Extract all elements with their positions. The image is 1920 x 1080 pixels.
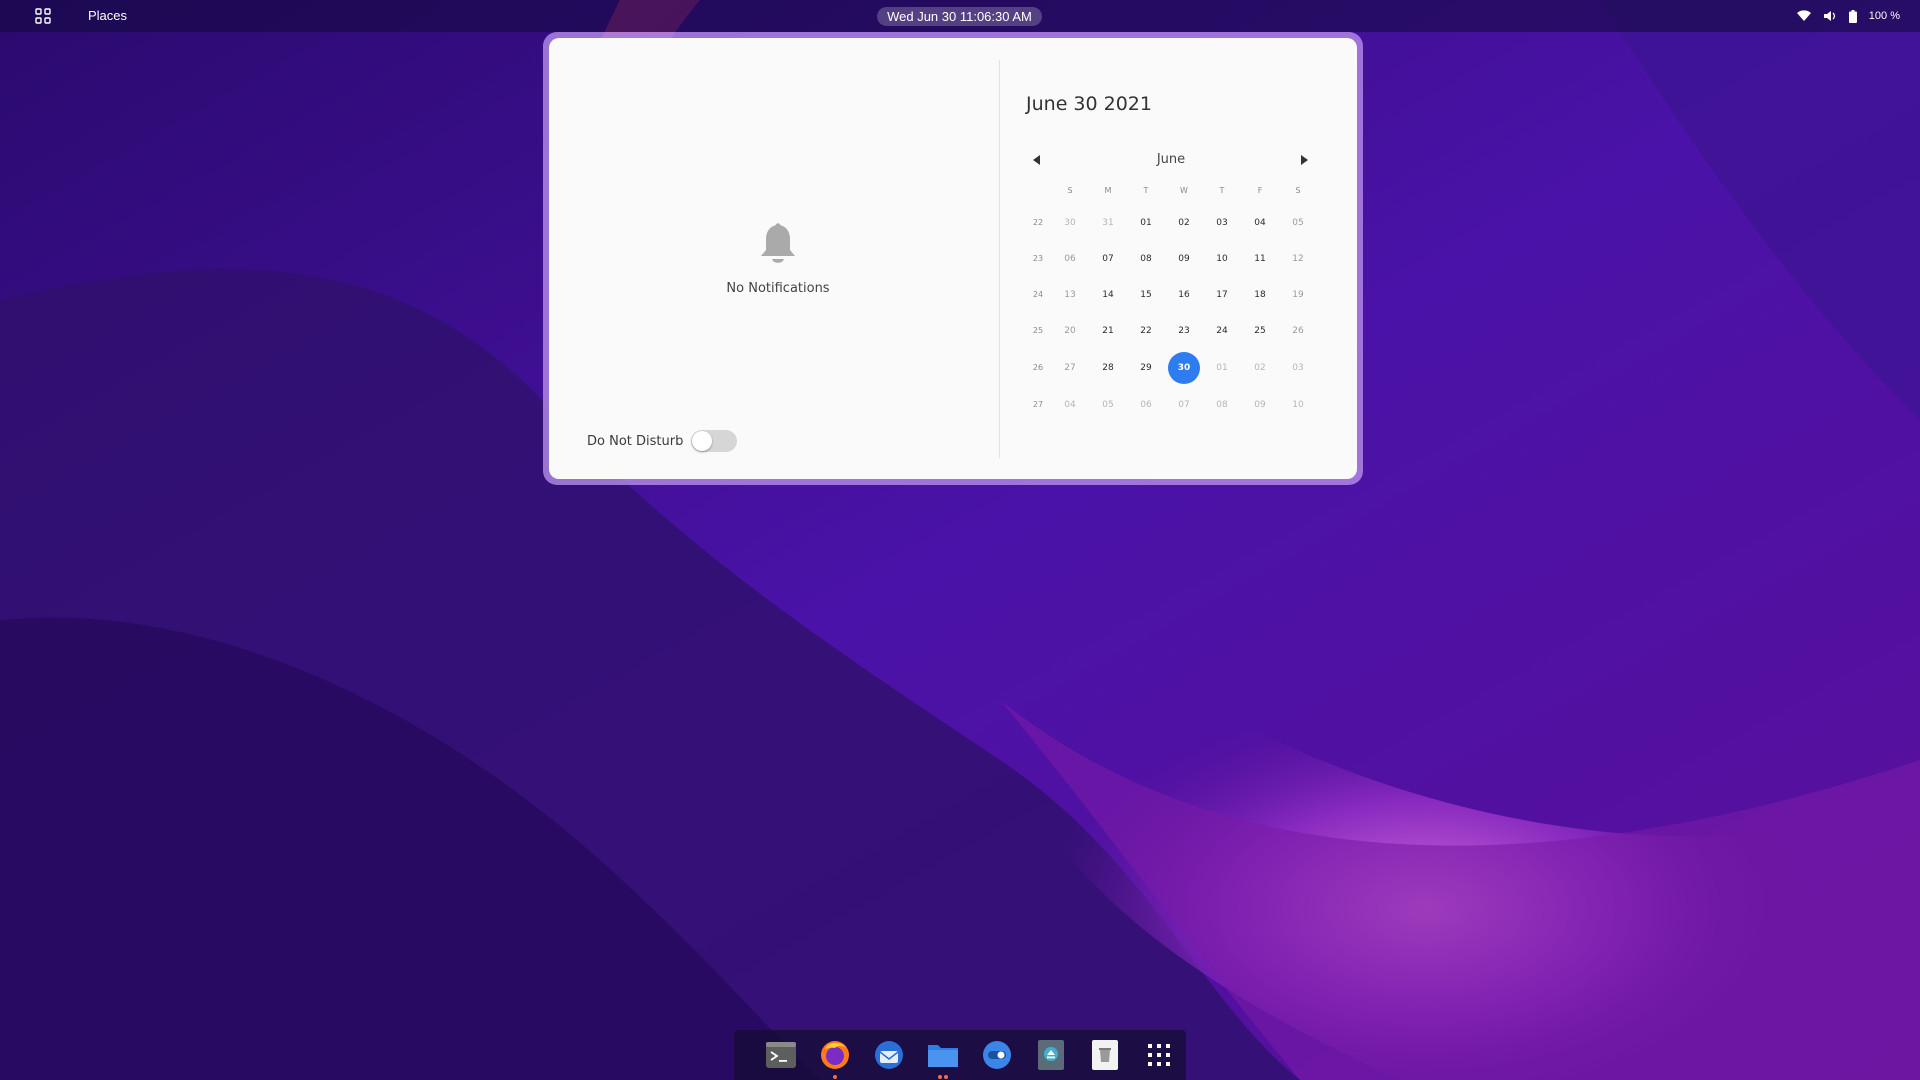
- calendar-day[interactable]: 30: [1054, 207, 1086, 239]
- thunderbird-icon: [875, 1041, 903, 1069]
- dock-item-thunderbird[interactable]: [872, 1038, 906, 1072]
- do-not-disturb-toggle[interactable]: [691, 430, 737, 452]
- dock-item-show-apps[interactable]: [1142, 1038, 1176, 1072]
- no-notifications-text: No Notifications: [726, 281, 830, 296]
- calendar-day[interactable]: 19: [1282, 279, 1314, 311]
- calendar-day[interactable]: 13: [1054, 279, 1086, 311]
- terminal-icon: [766, 1042, 796, 1068]
- calendar-day[interactable]: 26: [1282, 315, 1314, 347]
- calendar-day[interactable]: 16: [1168, 279, 1200, 311]
- weekday-header: F: [1257, 186, 1263, 195]
- dock-item-terminal[interactable]: [764, 1038, 798, 1072]
- calendar-day[interactable]: 22: [1130, 315, 1162, 347]
- weekday-header: T: [1219, 186, 1225, 195]
- calendar-day[interactable]: 07: [1092, 243, 1124, 275]
- clock-button[interactable]: Wed Jun 30 11:06:30 AM: [877, 7, 1042, 26]
- battery-icon: [1848, 9, 1857, 23]
- folder-icon: [928, 1045, 958, 1067]
- calendar-day[interactable]: 10: [1206, 243, 1238, 275]
- weekday-header: M: [1104, 186, 1112, 195]
- calendar-day[interactable]: 27: [1054, 352, 1086, 384]
- calendar-day[interactable]: 08: [1130, 243, 1162, 275]
- wifi-icon: [1796, 10, 1811, 22]
- weekday-header: S: [1067, 186, 1073, 195]
- calendar-day[interactable]: 06: [1054, 243, 1086, 275]
- calendar-day[interactable]: 21: [1092, 315, 1124, 347]
- dock: [734, 1030, 1186, 1080]
- calendar-day[interactable]: 14: [1092, 279, 1124, 311]
- battery-percentage: 100 %: [1868, 10, 1900, 22]
- calendar-day[interactable]: 24: [1206, 315, 1238, 347]
- system-tray[interactable]: 100 %: [1796, 8, 1900, 24]
- calendar-day[interactable]: 05: [1092, 389, 1124, 421]
- installer-icon: [1038, 1040, 1064, 1070]
- dock-item-firefox[interactable]: [818, 1038, 852, 1072]
- calendar-day[interactable]: 10: [1282, 389, 1314, 421]
- week-number: 27: [1032, 400, 1044, 409]
- notification-pane: No Notifications Do Not Disturb: [549, 38, 999, 479]
- calendar-day[interactable]: 04: [1244, 207, 1276, 239]
- volume-icon: [1823, 10, 1837, 22]
- week-number: 23: [1032, 254, 1044, 263]
- dock-item-installer[interactable]: [1034, 1038, 1068, 1072]
- previous-month-button[interactable]: [1027, 150, 1047, 170]
- trash-icon: [1092, 1040, 1118, 1070]
- week-number: 26: [1032, 363, 1044, 372]
- calendar-day[interactable]: 03: [1206, 207, 1238, 239]
- calendar-day[interactable]: 08: [1206, 389, 1238, 421]
- dock-item-toggle-app[interactable]: [980, 1038, 1014, 1072]
- calendar-day[interactable]: 01: [1130, 207, 1162, 239]
- calendar-day[interactable]: 02: [1244, 352, 1276, 384]
- firefox-icon: [821, 1041, 849, 1069]
- week-number: 24: [1032, 290, 1044, 299]
- weekday-header: T: [1143, 186, 1149, 195]
- grid-icon: [35, 8, 51, 24]
- calendar-day[interactable]: 07: [1168, 389, 1200, 421]
- bell-icon: [761, 223, 795, 263]
- do-not-disturb-label: Do Not Disturb: [587, 434, 684, 449]
- next-month-button[interactable]: [1294, 150, 1314, 170]
- calendar-day[interactable]: 02: [1168, 207, 1200, 239]
- toggle-knob: [692, 431, 712, 451]
- running-dot: [944, 1075, 948, 1079]
- calendar-day[interactable]: 09: [1168, 243, 1200, 275]
- calendar-day[interactable]: 03: [1282, 352, 1314, 384]
- app-grid-icon: [1148, 1044, 1170, 1066]
- week-number: 25: [1032, 326, 1044, 335]
- toggle-app-icon: [983, 1041, 1011, 1069]
- pane-divider: [999, 60, 1000, 458]
- calendar-day[interactable]: 11: [1244, 243, 1276, 275]
- dock-item-files[interactable]: [926, 1038, 960, 1072]
- calendar-day[interactable]: 01: [1206, 352, 1238, 384]
- chevron-right-icon: [1301, 155, 1308, 165]
- calendar-day[interactable]: 12: [1282, 243, 1314, 275]
- calendar-day[interactable]: 20: [1054, 315, 1086, 347]
- week-number: 22: [1032, 218, 1044, 227]
- top-bar: Places Wed Jun 30 11:06:30 AM 100 %: [0, 0, 1920, 32]
- calendar-day[interactable]: 29: [1130, 352, 1162, 384]
- dock-item-trash[interactable]: [1088, 1038, 1122, 1072]
- calendar-day[interactable]: 31: [1092, 207, 1124, 239]
- calendar-day[interactable]: 25: [1244, 315, 1276, 347]
- calendar-day[interactable]: 09: [1244, 389, 1276, 421]
- calendar-day-today[interactable]: 30: [1168, 352, 1200, 384]
- weekday-header: W: [1180, 186, 1188, 195]
- calendar-day[interactable]: 18: [1244, 279, 1276, 311]
- chevron-left-icon: [1033, 155, 1040, 165]
- running-dot: [833, 1075, 837, 1079]
- date-header[interactable]: June 30 2021: [1026, 93, 1152, 115]
- calendar-day[interactable]: 06: [1130, 389, 1162, 421]
- calendar-day[interactable]: 05: [1282, 207, 1314, 239]
- running-dot: [938, 1075, 942, 1079]
- calendar-notification-popup: No Notifications Do Not Disturb June 30 …: [549, 38, 1357, 479]
- calendar-day[interactable]: 04: [1054, 389, 1086, 421]
- calendar-day[interactable]: 17: [1206, 279, 1238, 311]
- calendar-day[interactable]: 15: [1130, 279, 1162, 311]
- month-label: June: [1156, 152, 1186, 167]
- places-menu[interactable]: Places: [88, 8, 127, 23]
- weekday-header: S: [1295, 186, 1301, 195]
- activities-button[interactable]: [26, 5, 60, 27]
- calendar-day[interactable]: 23: [1168, 315, 1200, 347]
- calendar-day[interactable]: 28: [1092, 352, 1124, 384]
